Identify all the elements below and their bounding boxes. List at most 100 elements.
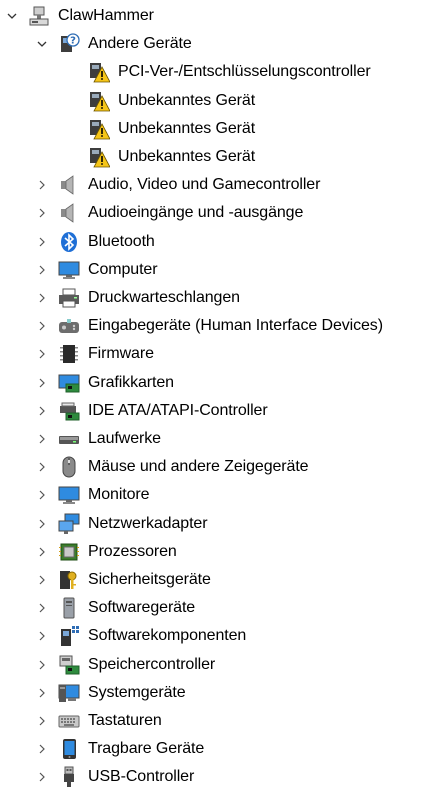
chevron-right-icon[interactable]	[34, 572, 50, 588]
tree-item-softwarekomponenten[interactable]: Softwarekomponenten	[0, 622, 448, 650]
tree-item-computer[interactable]: Computer	[0, 256, 448, 284]
chevron-right-icon[interactable]	[34, 403, 50, 419]
tree-item-label: Druckwarteschlangen	[88, 289, 240, 306]
tree-item-label: Unbekanntes Gerät	[118, 148, 256, 165]
tree-item-label: Tragbare Geräte	[88, 740, 205, 758]
bluetooth-icon	[58, 231, 80, 253]
warning-device-icon	[88, 61, 110, 83]
chevron-right-icon[interactable]	[34, 741, 50, 757]
warning-device-icon	[88, 118, 110, 140]
tree-item-monitore[interactable]: Monitore	[0, 481, 448, 509]
chevron-right-icon[interactable]	[34, 318, 50, 334]
tree-item-softwaregeraete[interactable]: Softwaregeräte	[0, 594, 448, 622]
chevron-down-icon[interactable]	[4, 8, 20, 24]
chevron-right-icon[interactable]	[34, 234, 50, 250]
hid-icon	[58, 315, 80, 337]
ide-controller-icon	[58, 400, 80, 422]
tree-item-label: Audio, Video und Gamecontroller	[88, 176, 321, 194]
tree-item-label: Bluetooth	[88, 232, 155, 250]
tree-item-systemgeraete[interactable]: Systemgeräte	[0, 679, 448, 707]
monitor-icon	[58, 484, 80, 506]
chevron-right-icon[interactable]	[34, 516, 50, 532]
tree-item-label: ClawHammer	[58, 7, 154, 24]
tree-root-item[interactable]: ClawHammer	[0, 2, 448, 30]
svg-text:?: ?	[70, 36, 76, 47]
tree-item-netzwerkadapter[interactable]: Netzwerkadapter	[0, 510, 448, 538]
chevron-right-icon[interactable]	[34, 600, 50, 616]
chevron-right-icon[interactable]	[34, 487, 50, 503]
tree-item-label: Unbekanntes Gerät	[118, 119, 256, 137]
tree-item-label: Audioeingänge und -ausgänge	[88, 204, 304, 222]
tree-item-label: Sicherheitsgeräte	[88, 571, 211, 588]
tree-item-label: Grafikkarten	[88, 373, 174, 391]
tree-item-label: Softwarekomponenten	[88, 627, 247, 645]
unknown-device-icon: ?	[58, 33, 80, 55]
keyboard-icon	[58, 710, 80, 732]
tree-child-item[interactable]: PCI-Ver-/Entschlüsselungscontroller	[0, 58, 448, 86]
tree-item-sicherheitsgeraete[interactable]: Sicherheitsgeräte	[0, 566, 448, 594]
tree-item-label: Laufwerke	[88, 430, 161, 447]
tree-item-maeuse-und-andere-zeigegeraete[interactable]: Mäuse und andere Zeigegeräte	[0, 453, 448, 481]
tree-item-label: USB-Controller	[88, 768, 195, 786]
tree-item-tragbare-geraete[interactable]: Tragbare Geräte	[0, 735, 448, 763]
tree-item-label: Monitore	[88, 486, 150, 504]
tree-item-audio-video-und-gamecontroller[interactable]: Audio, Video und Gamecontroller	[0, 171, 448, 199]
chevron-right-icon[interactable]	[34, 685, 50, 701]
tree-item-label: Unbekanntes Gerät	[118, 91, 256, 109]
tree-item-label: Softwaregeräte	[88, 599, 196, 617]
storage-controller-icon	[58, 654, 80, 676]
usb-icon	[58, 766, 80, 788]
tree-child-item[interactable]: Unbekanntes Gerät	[0, 115, 448, 143]
chevron-right-icon[interactable]	[34, 769, 50, 785]
chevron-right-icon[interactable]	[34, 177, 50, 193]
chevron-right-icon[interactable]	[34, 431, 50, 447]
tree-item-audioeingaenge-und-ausgaenge[interactable]: Audioeingänge und -ausgänge	[0, 199, 448, 227]
tree-item-label: IDE ATA/ATAPI-Controller	[88, 401, 268, 419]
tree-child-item[interactable]: Unbekanntes Gerät	[0, 87, 448, 115]
chevron-right-icon[interactable]	[34, 713, 50, 729]
tree-item-druckwarteschlangen[interactable]: Druckwarteschlangen	[0, 284, 448, 312]
chevron-right-icon[interactable]	[34, 205, 50, 221]
software-device-icon	[58, 597, 80, 619]
computer-root-icon	[28, 5, 50, 27]
tree-item-laufwerke[interactable]: Laufwerke	[0, 425, 448, 453]
speaker-icon	[58, 174, 80, 196]
chevron-right-icon[interactable]	[34, 657, 50, 673]
chevron-down-icon[interactable]	[34, 36, 50, 52]
tree-item-usb-controller[interactable]: USB-Controller	[0, 763, 448, 791]
chevron-right-icon[interactable]	[34, 375, 50, 391]
chevron-right-icon[interactable]	[34, 628, 50, 644]
security-key-icon	[58, 569, 80, 591]
drive-icon	[58, 428, 80, 450]
tree-item-label: Andere Geräte	[88, 35, 192, 53]
tree-item-tastaturen[interactable]: Tastaturen	[0, 707, 448, 735]
chevron-right-icon[interactable]	[34, 290, 50, 306]
tree-item-label: Speichercontroller	[88, 655, 216, 673]
tree-item-label: Prozessoren	[88, 542, 177, 560]
tree-item-label: Netzwerkadapter	[88, 514, 208, 532]
software-component-icon	[58, 625, 80, 647]
portable-device-icon	[58, 738, 80, 760]
chevron-right-icon[interactable]	[34, 544, 50, 560]
tree-child-item[interactable]: Unbekanntes Gerät	[0, 143, 448, 171]
tree-item-label: Tastaturen	[88, 712, 162, 729]
warning-device-icon	[88, 146, 110, 168]
tree-item-andere-geraete[interactable]: ? Andere Geräte	[0, 30, 448, 58]
tree-item-label: Eingabegeräte (Human Interface Devices)	[88, 317, 383, 335]
chevron-right-icon[interactable]	[34, 262, 50, 278]
tree-item-label: Firmware	[88, 345, 154, 363]
system-device-icon	[58, 682, 80, 704]
tree-item-eingabegeraete-human-interface-devices[interactable]: Eingabegeräte (Human Interface Devices)	[0, 312, 448, 340]
tree-item-grafikkarten[interactable]: Grafikkarten	[0, 369, 448, 397]
tree-item-speichercontroller[interactable]: Speichercontroller	[0, 651, 448, 679]
chevron-right-icon[interactable]	[34, 346, 50, 362]
tree-item-firmware[interactable]: Firmware	[0, 340, 448, 368]
tree-item-bluetooth[interactable]: Bluetooth	[0, 228, 448, 256]
tree-item-prozessoren[interactable]: Prozessoren	[0, 538, 448, 566]
warning-device-icon	[88, 90, 110, 112]
chevron-right-icon[interactable]	[34, 459, 50, 475]
tree-item-label: Systemgeräte	[88, 683, 186, 701]
tree-item-ide-ata-atapi-controller[interactable]: IDE ATA/ATAPI-Controller	[0, 397, 448, 425]
